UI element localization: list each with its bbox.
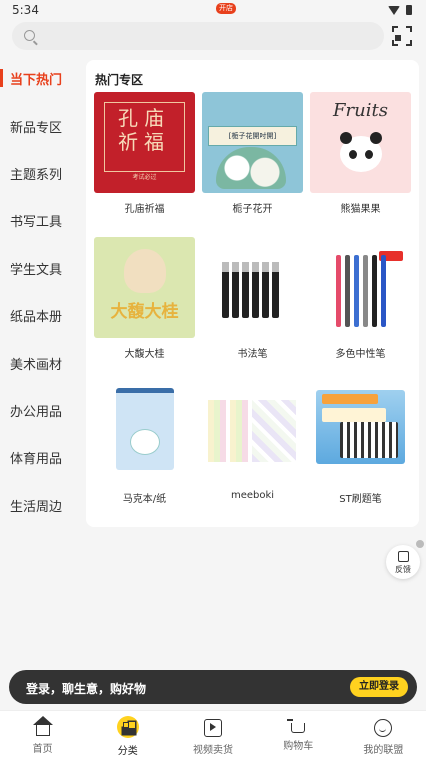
tab-label: 分类 bbox=[117, 746, 138, 757]
product-image: Fruits bbox=[310, 92, 411, 193]
status-time: 5:34 bbox=[12, 3, 39, 17]
product-image: 大馥大桂 bbox=[94, 237, 195, 338]
home-icon bbox=[32, 716, 53, 736]
product-image bbox=[310, 237, 411, 338]
product-card[interactable]: 多色中性笔 bbox=[310, 237, 411, 360]
product-card[interactable]: 大馥大桂 大馥大桂 bbox=[94, 237, 195, 360]
edit-icon bbox=[397, 551, 409, 562]
product-card[interactable]: 书法笔 bbox=[202, 237, 303, 360]
tab-label: 视频卖货 bbox=[193, 745, 233, 756]
product-label: 书法笔 bbox=[237, 349, 268, 360]
product-card[interactable]: Fruits 熊猫果果 bbox=[310, 92, 411, 215]
image-text: [栀子花開吋開] bbox=[208, 126, 297, 146]
bottom-tabbar: 首页 分类 视频卖货 购物车 我的联盟 bbox=[0, 710, 426, 759]
status-icons bbox=[388, 5, 412, 15]
image-subtext: 考试必过 bbox=[132, 174, 157, 181]
search-icon bbox=[24, 30, 35, 41]
sidebar-item-hot[interactable]: 当下热门 bbox=[0, 55, 80, 102]
product-label: 栀子花开 bbox=[232, 204, 273, 215]
tab-home[interactable]: 首页 bbox=[0, 711, 85, 759]
tab-cart[interactable]: 购物车 bbox=[256, 711, 341, 759]
login-banner: 登录，聊生意，购好物 立即登录 bbox=[9, 670, 417, 704]
sidebar-item-art[interactable]: 美术画材 bbox=[0, 339, 80, 386]
category-icon bbox=[116, 716, 139, 738]
product-image: 孔庙祈福 考试必过 bbox=[94, 92, 195, 193]
video-icon bbox=[204, 719, 222, 737]
product-image bbox=[94, 382, 195, 483]
battery-icon bbox=[406, 5, 412, 15]
product-label: 熊猫果果 bbox=[340, 204, 381, 215]
product-image: [栀子花開吋開] bbox=[202, 92, 303, 193]
product-label: meeboki bbox=[230, 490, 275, 501]
product-image bbox=[202, 382, 303, 483]
panda-illustration bbox=[340, 132, 382, 172]
tab-label: 首页 bbox=[32, 744, 53, 755]
hot-zone-panel: 热门专区 孔庙祈福 考试必过 孔庙祈福 [栀子花開吋開] 栀子花开 Fruits bbox=[86, 60, 419, 527]
sidebar-item-writing[interactable]: 书写工具 bbox=[0, 197, 80, 244]
close-icon[interactable] bbox=[416, 540, 424, 548]
image-text: 孔庙祈福 bbox=[118, 106, 170, 154]
tab-video-selling[interactable]: 视频卖货 bbox=[170, 711, 255, 759]
profile-icon bbox=[374, 719, 393, 737]
product-label: 大馥大桂 bbox=[124, 349, 165, 360]
search-row bbox=[0, 22, 426, 52]
product-image bbox=[202, 237, 303, 338]
image-text: Fruits bbox=[333, 100, 388, 121]
category-sidebar: 当下热门 新品专区 主题系列 书写工具 学生文具 纸品本册 美术画材 办公用品 … bbox=[0, 55, 80, 529]
login-prompt: 登录，聊生意，购好物 bbox=[26, 682, 147, 696]
sidebar-item-student[interactable]: 学生文具 bbox=[0, 245, 80, 292]
product-label: 孔庙祈福 bbox=[124, 204, 165, 215]
product-label: 马克本/纸 bbox=[122, 494, 167, 505]
product-card[interactable]: 马克本/纸 bbox=[94, 382, 195, 505]
sidebar-item-new[interactable]: 新品专区 bbox=[0, 102, 80, 149]
product-card[interactable]: meeboki bbox=[202, 382, 303, 501]
feedback-label: 反馈 bbox=[395, 565, 411, 574]
wifi-icon bbox=[388, 5, 400, 15]
sidebar-item-life[interactable]: 生活周边 bbox=[0, 482, 80, 529]
product-card[interactable]: ST刷题笔 bbox=[310, 382, 411, 505]
section-title: 热门专区 bbox=[95, 73, 144, 87]
feedback-button[interactable]: 反馈 bbox=[386, 545, 420, 579]
sidebar-item-office[interactable]: 办公用品 bbox=[0, 387, 80, 434]
scan-icon[interactable] bbox=[392, 26, 412, 46]
sidebar-item-themes[interactable]: 主题系列 bbox=[0, 150, 80, 197]
sidebar-item-paper[interactable]: 纸品本册 bbox=[0, 292, 80, 339]
tab-label: 购物车 bbox=[283, 741, 314, 752]
product-image bbox=[310, 382, 411, 483]
tab-label: 我的联盟 bbox=[363, 745, 404, 756]
image-text: 大馥大桂 bbox=[110, 302, 179, 322]
status-bar: 5:34 bbox=[0, 0, 426, 20]
product-label: ST刷题笔 bbox=[339, 494, 382, 505]
open-store-badge: 开店 bbox=[216, 3, 236, 14]
product-card[interactable]: [栀子花開吋開] 栀子花开 bbox=[202, 92, 303, 215]
cart-icon bbox=[287, 719, 306, 733]
product-card[interactable]: 孔庙祈福 考试必过 孔庙祈福 bbox=[94, 92, 195, 215]
tab-my-alliance[interactable]: 我的联盟 bbox=[341, 711, 426, 759]
search-input[interactable] bbox=[12, 22, 384, 50]
sidebar-item-sports[interactable]: 体育用品 bbox=[0, 434, 80, 481]
login-button[interactable]: 立即登录 bbox=[350, 677, 408, 697]
product-label: 多色中性笔 bbox=[335, 349, 386, 360]
tab-category[interactable]: 分类 bbox=[85, 711, 170, 759]
